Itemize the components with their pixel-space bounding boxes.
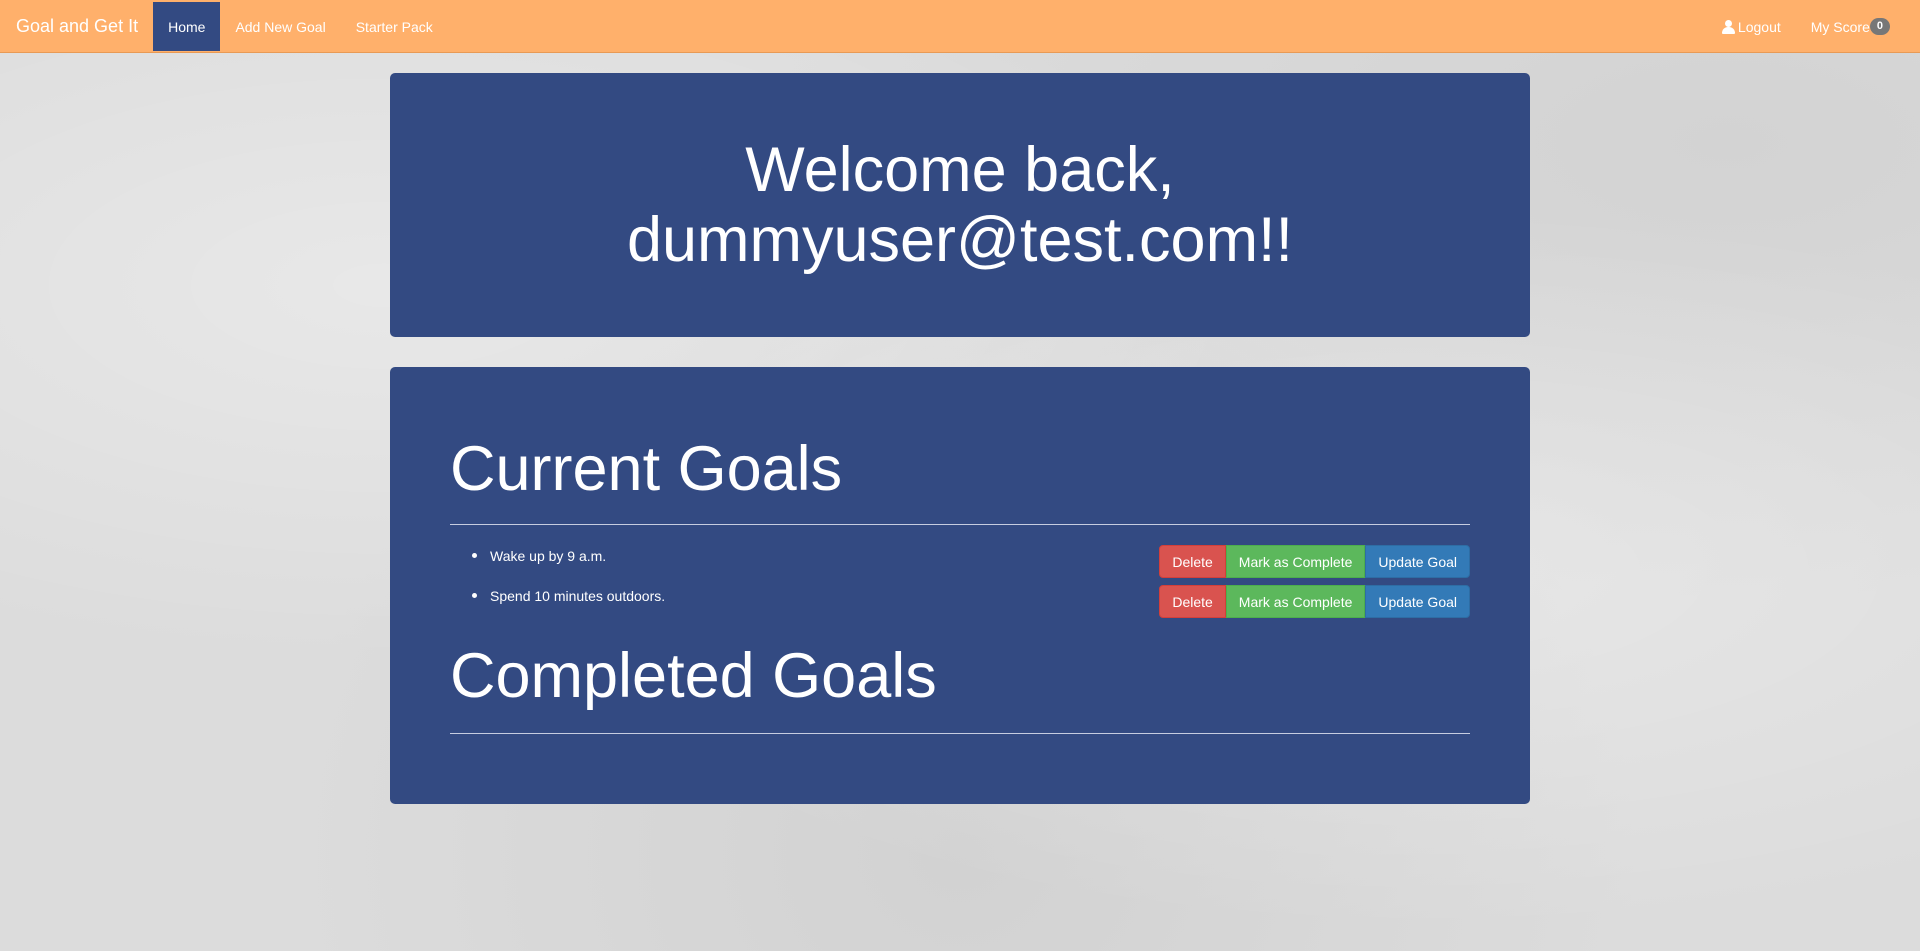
goal-actions: Delete Mark as Complete Update Goal	[1159, 585, 1470, 618]
nav-home[interactable]: Home	[153, 2, 221, 51]
logout-label: Logout	[1737, 18, 1781, 35]
current-goals-heading: Current Goals	[450, 434, 843, 504]
nav-add-new-goal[interactable]: Add New Goal	[220, 0, 340, 53]
completed-goals-heading: Completed Goals	[450, 641, 937, 711]
delete-button[interactable]: Delete	[1159, 585, 1226, 618]
goal-text: Spend 10 minutes outdoors.	[472, 588, 665, 604]
welcome-panel: Welcome back, dummyuser@test.com!!	[390, 73, 1530, 337]
mark-complete-button[interactable]: Mark as Complete	[1225, 585, 1366, 618]
welcome-line-1: Welcome back,	[745, 135, 1175, 205]
my-score-label: My Score	[1810, 18, 1870, 35]
divider	[450, 733, 1470, 734]
goal-item: Spend 10 minutes outdoors. Delete Mark a…	[472, 585, 1470, 618]
goal-actions: Delete Mark as Complete Update Goal	[1159, 545, 1470, 578]
score-badge: 0	[1869, 18, 1890, 35]
goal-item: Wake up by 9 a.m. Delete Mark as Complet…	[472, 545, 1470, 578]
delete-button[interactable]: Delete	[1159, 545, 1226, 578]
navbar-right: Logout My Score 0	[1707, 0, 1920, 52]
top-navbar: Goal and Get It Home Add New Goal Starte…	[0, 0, 1920, 53]
goals-panel: Current Goals Wake up by 9 a.m. Delete M…	[390, 367, 1530, 804]
my-score-link[interactable]: My Score 0	[1796, 0, 1890, 53]
logout-link[interactable]: Logout	[1707, 0, 1796, 53]
user-icon	[1721, 19, 1735, 34]
update-goal-button[interactable]: Update Goal	[1365, 585, 1470, 618]
welcome-user-email: dummyuser@test.com!!	[626, 205, 1294, 275]
brand-logo[interactable]: Goal and Get It	[0, 0, 153, 53]
divider	[450, 524, 1470, 525]
welcome-heading: Welcome back, dummyuser@test.com!!	[627, 135, 1293, 275]
nav-starter-pack[interactable]: Starter Pack	[341, 0, 448, 53]
current-goals-list: Wake up by 9 a.m. Delete Mark as Complet…	[450, 545, 1470, 618]
mark-complete-button[interactable]: Mark as Complete	[1225, 545, 1366, 578]
goal-text: Wake up by 9 a.m.	[472, 548, 606, 564]
update-goal-button[interactable]: Update Goal	[1365, 545, 1470, 578]
